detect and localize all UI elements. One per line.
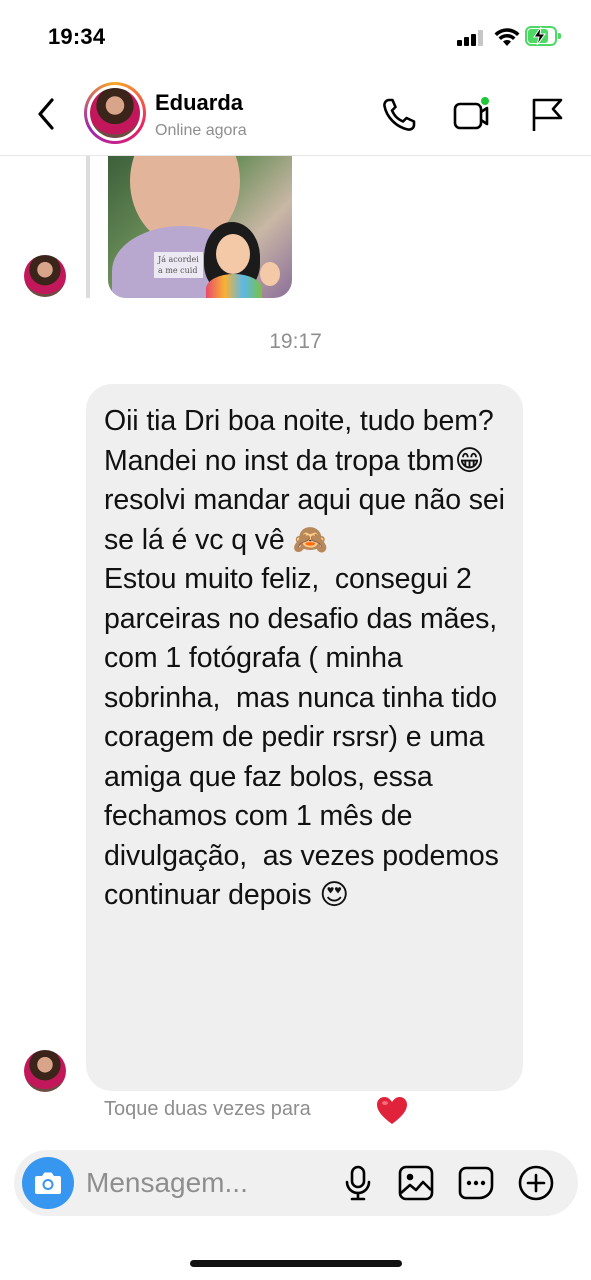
sticker-icon[interactable] [456,1163,496,1203]
story-caption: Já acordei a me cuid [154,252,203,278]
camera-icon [35,1172,61,1194]
add-icon[interactable] [516,1163,556,1203]
home-indicator [190,1260,402,1267]
reaction-hint-text: Toque duas vezes para [104,1098,311,1120]
message-text: Oii tia Dri boa noite, tudo bem? Mandei … [104,405,505,911]
sender-avatar[interactable] [24,1050,66,1092]
avatar-sticker [200,222,280,298]
phone-icon[interactable] [380,96,418,134]
wifi-icon [494,28,520,46]
sender-avatar[interactable] [24,255,66,297]
battery-icon [525,26,561,46]
status-time: 19:34 [48,24,106,49]
story-reply-thumbnail[interactable]: Já acordei a me cuid [108,156,292,298]
message-timestamp: 19:17 [269,330,322,353]
message-input[interactable] [86,1164,306,1202]
contact-avatar[interactable] [84,82,146,144]
cellular-signal-icon [457,30,483,46]
microphone-icon[interactable] [338,1163,378,1203]
active-status-dot [479,95,491,107]
gallery-icon[interactable] [396,1163,436,1203]
heart-icon[interactable] [376,1096,408,1126]
chat-screen: 19:34 Eduarda Online agora Já acordei a … [0,0,591,1280]
camera-button[interactable] [22,1157,74,1209]
back-chevron-icon[interactable] [30,94,66,134]
flag-icon[interactable] [528,96,566,134]
contact-name[interactable]: Eduarda [155,90,243,116]
reply-indicator-line [86,156,90,298]
message-bubble[interactable]: Oii tia Dri boa noite, tudo bem? Mandei … [86,384,523,1091]
message-composer [14,1150,578,1216]
status-bar: 19:34 [0,0,591,76]
chat-header: Eduarda Online agora [0,76,591,156]
contact-status: Online agora [155,122,247,139]
